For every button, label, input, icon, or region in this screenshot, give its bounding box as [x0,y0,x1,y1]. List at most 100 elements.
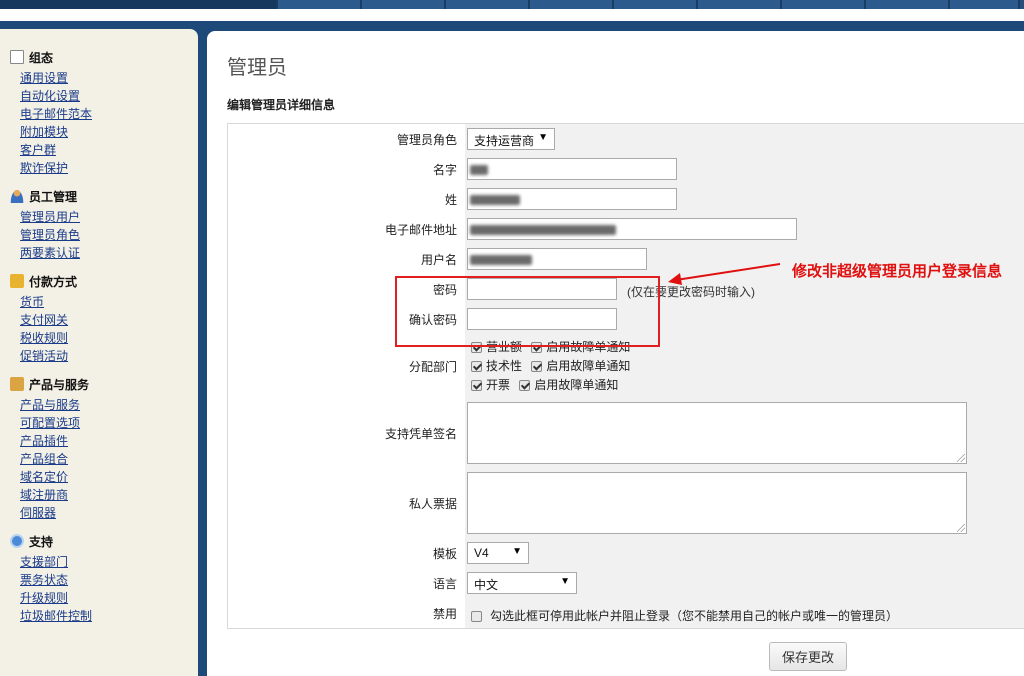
sidebar-link-servers[interactable]: 伺服器 [10,504,198,522]
resize-grip-icon[interactable] [957,524,965,532]
form-row-email: 电子邮件地址 [228,214,1024,244]
signature-label: 支持凭单签名 [384,426,457,441]
notify-checkbox[interactable] [531,361,543,372]
sidebar-link-currencies[interactable]: 货币 [10,293,198,311]
sidebar-link-products[interactable]: 产品与服务 [10,396,198,414]
sidebar-section-support: 支持 支援部门 票务状态 升级规则 垃圾邮件控制 [10,533,198,625]
top-nav-bar [0,0,1024,9]
role-select[interactable]: 支持运营商 ▼ [467,128,555,150]
sidebar-link-escalation-rules[interactable]: 升级规则 [10,589,198,607]
lastname-input[interactable] [467,188,677,210]
sidebar-link-product-addons[interactable]: 产品插件 [10,432,198,450]
payment-icon [10,274,24,288]
sidebar-link-addons[interactable]: 附加模块 [10,123,198,141]
annotation-arrow-icon [668,263,781,285]
sidebar-link-ticket-statuses[interactable]: 票务状态 [10,571,198,589]
sidebar-link-two-factor[interactable]: 两要素认证 [10,244,198,262]
dropdown-arrow-icon: ▼ [560,576,570,587]
sidebar-link-client-groups[interactable]: 客户群 [10,141,198,159]
section-subtitle: 编辑管理员详细信息 [227,98,336,112]
department-item: 开票 启用故障单通知 [471,376,624,393]
header-strip [0,9,1024,21]
top-nav-segment[interactable] [866,0,950,9]
top-nav-segment[interactable] [278,0,362,9]
top-nav-segment[interactable] [782,0,866,9]
notes-label: 私人票据 [408,496,457,511]
notify-checkbox[interactable] [519,380,531,391]
notes-textarea[interactable] [467,472,967,534]
disable-checkbox[interactable] [471,611,482,622]
top-nav-segment[interactable] [950,0,1020,9]
sidebar-link-domain-pricing[interactable]: 域名定价 [10,468,198,486]
settings-doc-icon [10,50,24,64]
sidebar-link-spam-control[interactable]: 垃圾邮件控制 [10,607,198,625]
annotation-text: 修改非超级管理员用户登录信息 [792,263,1003,280]
user-icon [10,189,24,203]
sidebar-link-admin-roles[interactable]: 管理员角色 [10,226,198,244]
form-row-template: 模板 V4 ▼ [228,538,1024,568]
dropdown-arrow-icon: ▼ [538,132,548,143]
sidebar-link-fraud-protection[interactable]: 欺诈保护 [10,159,198,177]
form-row-lastname: 姓 [228,184,1024,214]
highlight-box [395,276,660,347]
disable-label: 禁用 [432,606,457,621]
sidebar-section-title: 支持 [29,534,54,549]
department-checkbox[interactable] [471,361,482,372]
sidebar-section-staff: 员工管理 管理员用户 管理员角色 两要素认证 [10,188,198,262]
firstname-input[interactable] [467,158,677,180]
sidebar-link-product-bundles[interactable]: 产品组合 [10,450,198,468]
form-row-signature: 支持凭单签名 [228,398,1024,468]
sidebar-link-gateways[interactable]: 支付网关 [10,311,198,329]
language-select[interactable]: 中文 ▼ [467,572,577,594]
role-select-value: 支持运营商 [474,134,535,148]
role-label: 管理员角色 [396,132,457,147]
page-title: 管理员 [227,57,287,79]
form-row-firstname: 名字 [228,154,1024,184]
header-divider [0,21,1024,29]
redacted-value [470,225,616,235]
sidebar-link-registrars[interactable]: 域注册商 [10,486,198,504]
sidebar-link-automation[interactable]: 自动化设置 [10,87,198,105]
admin-edit-form: 管理员角色 支持运营商 ▼ 名字 姓 电子邮件地址 用户名 密码 (仅在要更改密… [227,123,1024,629]
departments-label: 分配部门 [408,359,457,374]
firstname-label: 名字 [432,162,457,177]
sidebar-link-configurable-options[interactable]: 可配置选项 [10,414,198,432]
sidebar-link-email-templates[interactable]: 电子邮件范本 [10,105,198,123]
sidebar: 组态 通用设置 自动化设置 电子邮件范本 附加模块 客户群 欺诈保护 员工管理 … [0,29,198,676]
sidebar-link-tax-rules[interactable]: 税收规则 [10,329,198,347]
form-row-disable: 禁用 勾选此框可停用此帐户并阻止登录（您不能禁用自己的帐户或唯一的管理员） [228,598,1024,628]
sidebar-section-title: 员工管理 [29,189,78,204]
sidebar-section-config: 组态 通用设置 自动化设置 电子邮件范本 附加模块 客户群 欺诈保护 [10,49,198,177]
language-label: 语言 [432,576,457,591]
top-nav-segment[interactable] [362,0,446,9]
dropdown-arrow-icon: ▼ [512,546,522,557]
sidebar-link-promotions[interactable]: 促销活动 [10,347,198,365]
sidebar-section-products: 产品与服务 产品与服务 可配置选项 产品插件 产品组合 域名定价 域注册商 伺服… [10,376,198,522]
email-input[interactable] [467,218,797,240]
top-nav-segment[interactable] [446,0,530,9]
department-checkbox[interactable] [471,380,482,391]
email-label: 电子邮件地址 [384,222,457,237]
signature-textarea[interactable] [467,402,967,464]
form-row-notes: 私人票据 [228,468,1024,538]
sidebar-link-admin-users[interactable]: 管理员用户 [10,208,198,226]
template-select[interactable]: V4 ▼ [467,542,529,564]
save-changes-button[interactable]: 保存更改 [769,642,847,671]
disable-description: 勾选此框可停用此帐户并阻止登录（您不能禁用自己的帐户或唯一的管理员） [490,609,899,623]
sidebar-section-title: 产品与服务 [29,377,90,392]
top-nav-segment[interactable] [530,0,614,9]
username-input[interactable] [467,248,647,270]
support-icon [10,534,24,548]
redacted-value [470,165,488,175]
top-nav-segment[interactable] [0,0,278,9]
top-nav-segment[interactable] [614,0,698,9]
top-nav-segment[interactable] [698,0,782,9]
sidebar-section-title: 组态 [29,50,54,65]
template-label: 模板 [432,546,457,561]
resize-grip-icon[interactable] [957,454,965,462]
department-item: 技术性 启用故障单通知 [471,357,636,374]
sidebar-link-departments[interactable]: 支援部门 [10,553,198,571]
redacted-value [470,195,520,205]
sidebar-link-general-settings[interactable]: 通用设置 [10,69,198,87]
lastname-label: 姓 [444,192,457,207]
